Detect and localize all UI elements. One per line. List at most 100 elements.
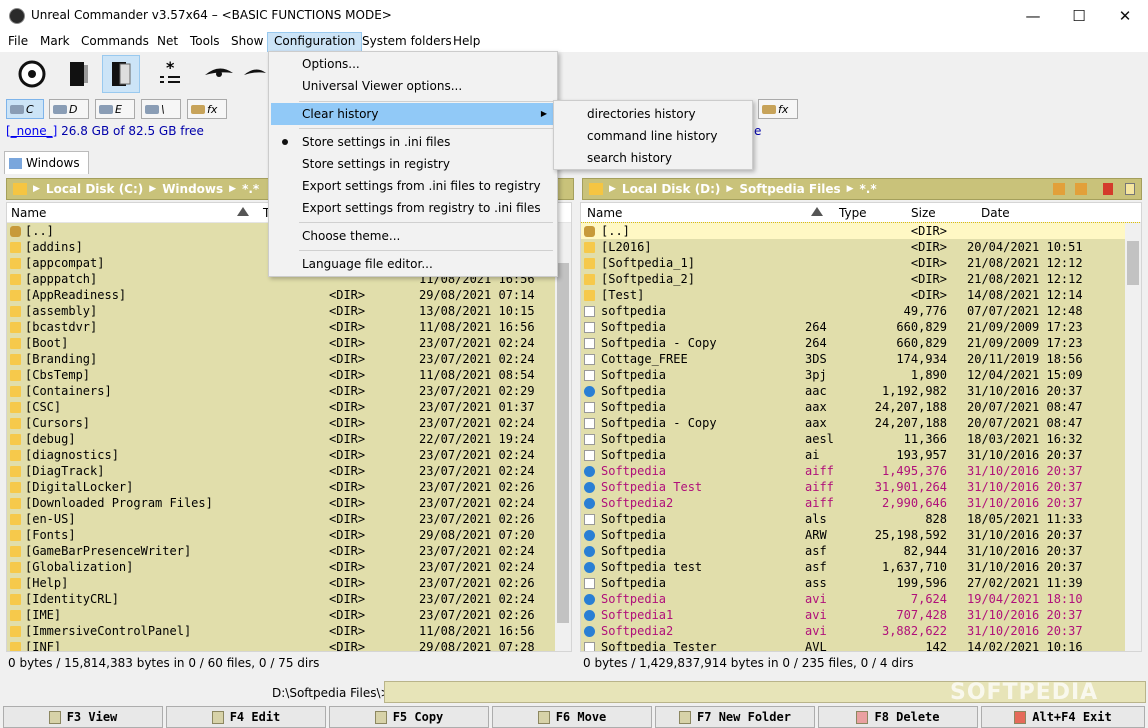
menu-configuration[interactable]: Configuration (267, 32, 363, 52)
menu-store-ini[interactable]: Store settings in .ini files (271, 131, 555, 153)
menu-mark[interactable]: Mark (34, 32, 76, 52)
menu-net[interactable]: Net (151, 32, 184, 52)
menu-export-ini-to-registry[interactable]: Export settings from .ini files to regis… (271, 175, 555, 197)
menu-help[interactable]: Help (447, 32, 486, 52)
drive-d-button[interactable]: D (49, 99, 89, 119)
table-row[interactable]: Softpedia ass 199,596 27/02/2021 11:39 (581, 575, 1141, 591)
left-drive-label[interactable]: [_none_] (6, 124, 57, 138)
menu-export-registry-to-ini[interactable]: Export settings from registry to .ini fi… (271, 197, 555, 219)
menu-directories-history[interactable]: directories history (556, 103, 750, 125)
table-row[interactable]: [Boot] <DIR> 23/07/2021 02:24 (7, 335, 571, 351)
maximize-button[interactable]: ☐ (1056, 0, 1102, 32)
table-row[interactable]: [GameBarPresenceWriter] <DIR> 23/07/2021 0… (7, 543, 571, 559)
table-row[interactable]: Softpedia 3pj 1,890 12/04/2021 15:09 (581, 367, 1141, 383)
table-row[interactable]: [Globalization] <DIR> 23/07/2021 02:24 (7, 559, 571, 575)
table-row[interactable]: [Branding] <DIR> 23/07/2021 02:24 (7, 351, 571, 367)
menu-choose-theme[interactable]: Choose theme... (271, 225, 555, 247)
menu-store-registry[interactable]: Store settings in registry (271, 153, 555, 175)
tab-windows[interactable]: Windows (4, 151, 89, 174)
right-file-panel[interactable]: Name Type Size Date [..] <DIR> [L2016] <DIR… (580, 202, 1142, 652)
table-row[interactable]: [debug] <DIR> 22/07/2021 19:24 (7, 431, 571, 447)
table-row[interactable]: [Test] <DIR> 14/08/2021 12:14 (581, 287, 1141, 303)
single-panel-button[interactable] (60, 55, 98, 93)
table-row[interactable]: Softpedia asf 82,944 31/10/2016 20:37 (581, 543, 1141, 559)
col-name[interactable]: Name (11, 206, 46, 220)
root-icon[interactable] (1053, 183, 1065, 195)
table-row[interactable]: Softpedia2 avi 3,882,622 31/10/2016 20:37 (581, 623, 1141, 639)
table-row[interactable]: [bcastdvr] <DIR> 11/08/2021 16:56 (7, 319, 571, 335)
f4-edit-button[interactable]: F4 Edit (166, 706, 326, 728)
table-row[interactable]: [Containers] <DIR> 23/07/2021 02:29 (7, 383, 571, 399)
select-files-button[interactable]: * (152, 55, 190, 93)
table-row[interactable]: [Softpedia_2] <DIR> 21/08/2021 12:12 (581, 271, 1141, 287)
table-row[interactable]: [Downloaded Program Files] <DIR> 23/07/202… (7, 495, 571, 511)
f8-delete-button[interactable]: F8 Delete (818, 706, 978, 728)
table-row[interactable]: Softpedia - Copy 264 660,829 21/09/2009 17:… (581, 335, 1141, 351)
menu-clear-history[interactable]: Clear history ▶ (271, 103, 555, 125)
menu-language-file-editor[interactable]: Language file editor... (271, 253, 555, 275)
f6-move-button[interactable]: F6 Move (492, 706, 652, 728)
table-row[interactable]: [Help] <DIR> 23/07/2021 02:26 (7, 575, 571, 591)
menu-tools[interactable]: Tools (184, 32, 226, 52)
history-icon[interactable] (1125, 183, 1135, 195)
col-type[interactable]: Type (839, 206, 867, 220)
table-row[interactable]: [diagnostics] <DIR> 23/07/2021 02:24 (7, 447, 571, 463)
table-row[interactable]: Softpedia ai 193,957 31/10/2016 20:37 (581, 447, 1141, 463)
table-row[interactable]: Softpedia aesl 11,366 18/03/2021 16:32 (581, 431, 1141, 447)
menu-file[interactable]: File (2, 32, 34, 52)
fx-drive-button[interactable]: fx (187, 99, 227, 119)
table-row[interactable]: [IME] <DIR> 23/07/2021 02:26 (7, 607, 571, 623)
drive-c-button[interactable]: C (6, 99, 44, 119)
table-row[interactable]: [assembly] <DIR> 13/08/2021 10:15 (7, 303, 571, 319)
table-row[interactable]: Softpedia aax 24,207,188 20/07/2021 08:47 (581, 399, 1141, 415)
table-row[interactable]: Softpedia Tester AVL 142 14/02/2021 10:16 (581, 639, 1141, 651)
close-button[interactable]: ✕ (1102, 0, 1148, 32)
table-row[interactable]: Softpedia Test aiff 31,901,264 31/10/2016 2… (581, 479, 1141, 495)
menu-options[interactable]: Options... (271, 53, 555, 75)
menu-search-history[interactable]: search history (556, 147, 750, 169)
table-row[interactable]: Softpedia avi 7,624 19/04/2021 18:10 (581, 591, 1141, 607)
right-path-bar[interactable]: ▶ Local Disk (D:) ▶ Softpedia Files ▶ *.* (582, 178, 1142, 200)
table-row[interactable]: Softpedia2 aiff 2,990,646 31/10/2016 20:37 (581, 495, 1141, 511)
table-row[interactable]: [..] <DIR> (581, 222, 1141, 240)
table-row[interactable]: [L2016] <DIR> 20/04/2021 10:51 (581, 239, 1141, 255)
table-row[interactable]: [CSC] <DIR> 23/07/2021 01:37 (7, 399, 571, 415)
table-row[interactable]: Softpedia aac 1,192,982 31/10/2016 20:37 (581, 383, 1141, 399)
table-row[interactable]: [IdentityCRL] <DIR> 23/07/2021 02:24 (7, 591, 571, 607)
f7-new-folder-button[interactable]: F7 New Folder (655, 706, 815, 728)
menu-commands[interactable]: Commands (75, 32, 155, 52)
minimize-button[interactable]: — (1010, 0, 1056, 32)
table-row[interactable]: Softpedia aiff 1,495,376 31/10/2016 20:37 (581, 463, 1141, 479)
f5-copy-button[interactable]: F5 Copy (329, 706, 489, 728)
right-fx-drive-button[interactable]: fx (758, 99, 798, 119)
left-scrollbar[interactable] (555, 223, 571, 651)
drive-e-button[interactable]: E (95, 99, 135, 119)
col-size[interactable]: Size (911, 206, 936, 220)
menu-command-line-history[interactable]: command line history (556, 125, 750, 147)
table-row[interactable]: [en-US] <DIR> 23/07/2021 02:26 (7, 511, 571, 527)
favorites-icon[interactable] (1103, 183, 1113, 195)
table-row[interactable]: Softpedia ARW 25,198,592 31/10/2016 20:37 (581, 527, 1141, 543)
table-row[interactable]: Softpedia1 avi 707,428 31/10/2016 20:37 (581, 607, 1141, 623)
dual-panel-button[interactable] (102, 55, 140, 93)
table-row[interactable]: [Cursors] <DIR> 23/07/2021 02:24 (7, 415, 571, 431)
table-row[interactable]: [AppReadiness] <DIR> 29/08/2021 07:14 (7, 287, 571, 303)
up-dir-icon[interactable] (1075, 183, 1087, 195)
network-drive-button[interactable]: \ (141, 99, 181, 119)
table-row[interactable]: Softpedia als 828 18/05/2021 11:33 (581, 511, 1141, 527)
table-row[interactable]: Softpedia 264 660,829 21/09/2009 17:23 (581, 319, 1141, 335)
edit-button[interactable] (242, 55, 266, 93)
col-date[interactable]: Date (981, 206, 1010, 220)
table-row[interactable]: softpedia 49,776 07/07/2021 12:48 (581, 303, 1141, 319)
table-row[interactable]: [Softpedia_1] <DIR> 21/08/2021 12:12 (581, 255, 1141, 271)
menu-show[interactable]: Show (225, 32, 269, 52)
menu-system-folders[interactable]: System folders (356, 32, 458, 52)
table-row[interactable]: [INF] <DIR> 29/08/2021 07:28 (7, 639, 571, 651)
table-row[interactable]: [CbsTemp] <DIR> 11/08/2021 08:54 (7, 367, 571, 383)
menu-universal-viewer-options[interactable]: Universal Viewer options... (271, 75, 555, 97)
table-row[interactable]: Softpedia test asf 1,637,710 31/10/2016 20:… (581, 559, 1141, 575)
table-row[interactable]: Cottage_FREE 3DS 174,934 20/11/2019 18:56 (581, 351, 1141, 367)
disk-icon-button[interactable] (13, 55, 51, 93)
table-row[interactable]: [DiagTrack] <DIR> 23/07/2021 02:24 (7, 463, 571, 479)
table-row[interactable]: Softpedia - Copy aax 24,207,188 20/07/2021 … (581, 415, 1141, 431)
